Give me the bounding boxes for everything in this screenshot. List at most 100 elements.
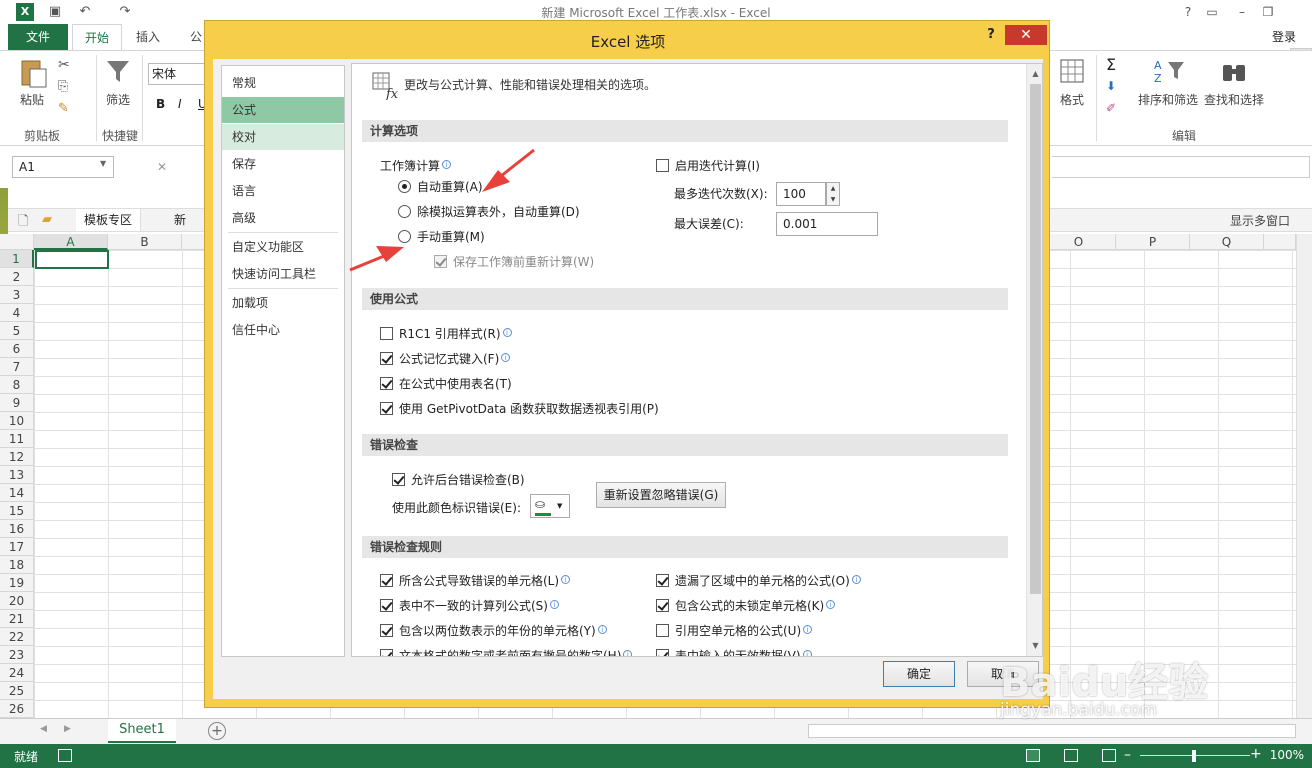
help-icon[interactable]: ? [1176, 2, 1200, 22]
format-cells-icon[interactable] [1058, 57, 1086, 85]
new-doc-icon[interactable]: 🗋 [18, 212, 28, 234]
checkbox-rule-invalid-table-data[interactable]: 表中输入的无效数据(V) i [656, 648, 812, 656]
tab-file[interactable]: 文件 [8, 24, 68, 50]
checkbox-indicator[interactable] [380, 599, 393, 612]
paste-icon[interactable] [18, 57, 50, 89]
next-sheet-icon[interactable]: ▶ [64, 724, 71, 734]
paste-button[interactable]: 粘贴 [20, 91, 44, 108]
checkbox-rule-omitted-cells[interactable]: 遗漏了区域中的单元格的公式(O) i [656, 573, 861, 589]
row-header[interactable]: 13 [0, 466, 34, 484]
nav-item-proofing[interactable]: 校对 [222, 124, 344, 150]
reset-ignored-errors-button[interactable]: 重新设置忽略错误(G) [596, 482, 726, 508]
copy-icon[interactable]: ⎘ [58, 79, 68, 94]
restore-icon[interactable]: ❐ [1256, 2, 1280, 22]
fill-icon[interactable]: ⬇ [1106, 79, 1116, 93]
max-iterations-input[interactable]: 100 [776, 182, 826, 206]
panel-scroll-thumb[interactable] [1030, 84, 1041, 594]
radio-auto-calc-indicator[interactable] [398, 180, 411, 193]
zoom-out-icon[interactable]: – [1124, 747, 1131, 763]
checkbox-background-indicator[interactable] [392, 473, 405, 486]
row-header[interactable]: 5 [0, 322, 34, 340]
normal-view-icon[interactable] [1026, 749, 1040, 762]
error-color-picker[interactable]: ⛀ ▼ [530, 494, 570, 518]
row-header[interactable]: 24 [0, 664, 34, 682]
row-header[interactable]: 14 [0, 484, 34, 502]
bold-icon[interactable]: B [156, 97, 165, 111]
checkbox-r1c1[interactable]: R1C1 引用样式(R) i [380, 326, 512, 342]
sheet-tab[interactable]: Sheet1 [108, 719, 176, 743]
horizontal-scrollbar[interactable] [808, 724, 1296, 738]
checkbox-indicator[interactable] [656, 624, 669, 637]
help-icon[interactable]: ? [981, 25, 1001, 45]
macro-record-icon[interactable] [58, 749, 72, 762]
close-icon[interactable]: ✕ [1005, 25, 1047, 45]
column-header[interactable]: P [1116, 234, 1190, 250]
checkbox-recalc-indicator[interactable] [434, 255, 447, 268]
nav-item-addins[interactable]: 加载项 [222, 290, 344, 316]
sort-filter-button[interactable]: 排序和筛选 [1138, 91, 1198, 108]
row-header[interactable]: 6 [0, 340, 34, 358]
row-header[interactable]: 23 [0, 646, 34, 664]
nav-item-quick-access[interactable]: 快速访问工具栏 [222, 261, 344, 287]
filter-button[interactable]: 筛选 [106, 91, 130, 108]
iterations-spinner-icon[interactable]: ▲ ▼ [826, 182, 840, 206]
select-all-corner[interactable] [0, 234, 34, 250]
checkbox-rule-unlocked-formulas[interactable]: 包含公式的未锁定单元格(K) i [656, 598, 836, 614]
tab-insert[interactable]: 插入 [124, 24, 172, 50]
italic-icon[interactable]: I [178, 97, 182, 111]
format-painter-icon[interactable]: ✎ [58, 101, 69, 116]
row-header[interactable]: 17 [0, 538, 34, 556]
checkbox-autocomplete-indicator[interactable] [380, 352, 393, 365]
page-layout-view-icon[interactable] [1064, 749, 1078, 762]
checkbox-formula-autocomplete[interactable]: 公式记忆式键入(F) i [380, 351, 511, 367]
checkbox-enable-iterative[interactable]: 启用迭代计算(I) [656, 158, 760, 174]
row-header[interactable]: 20 [0, 592, 34, 610]
panel-scrollbar[interactable]: ▲ ▼ [1026, 64, 1042, 656]
cancel-entry-icon[interactable]: ✕ [152, 156, 172, 178]
row-header[interactable]: 9 [0, 394, 34, 412]
nav-item-trust-center[interactable]: 信任中心 [222, 317, 344, 343]
checkbox-indicator[interactable] [380, 624, 393, 637]
checkbox-iterative-indicator[interactable] [656, 159, 669, 172]
row-header[interactable]: 8 [0, 376, 34, 394]
row-header[interactable]: 2 [0, 268, 34, 286]
doc-tab-workbook[interactable]: 新 [168, 209, 186, 231]
checkbox-rule-formula-errors[interactable]: 所含公式导致错误的单元格(L) i [380, 573, 571, 589]
zoom-in-icon[interactable]: + [1250, 746, 1262, 762]
sort-filter-icon[interactable]: A Z [1152, 57, 1186, 85]
row-header[interactable]: 15 [0, 502, 34, 520]
checkbox-background-error-check[interactable]: 允许后台错误检查(B) [392, 472, 525, 488]
row-header[interactable]: 10 [0, 412, 34, 430]
checkbox-indicator[interactable] [656, 649, 669, 656]
ribbon-display-icon[interactable]: ▭ [1200, 2, 1224, 22]
nav-item-language[interactable]: 语言 [222, 178, 344, 204]
open-folder-icon[interactable]: ▰ [42, 212, 52, 227]
font-family-select[interactable]: 宋体 [148, 63, 206, 85]
row-header[interactable]: 11 [0, 430, 34, 448]
nav-item-formulas[interactable]: 公式 [222, 97, 344, 123]
row-header[interactable]: 19 [0, 574, 34, 592]
zoom-level[interactable]: 100% [1270, 748, 1304, 762]
checkbox-getpivotdata[interactable]: 使用 GetPivotData 函数获取数据透视表引用(P) [380, 401, 659, 417]
checkbox-indicator[interactable] [380, 574, 393, 587]
row-header[interactable]: 12 [0, 448, 34, 466]
row-header[interactable]: 25 [0, 682, 34, 700]
minimize-icon[interactable]: – [1230, 2, 1254, 22]
page-break-view-icon[interactable] [1102, 749, 1116, 762]
checkbox-rule-inconsistent-column[interactable]: 表中不一致的计算列公式(S) i [380, 598, 559, 614]
max-change-input[interactable]: 0.001 [776, 212, 878, 236]
autosum-icon[interactable]: Σ [1106, 55, 1116, 74]
checkbox-rule-empty-cell-refs[interactable]: 引用空单元格的公式(U) i [656, 623, 813, 639]
row-header[interactable]: 16 [0, 520, 34, 538]
checkbox-table-names[interactable]: 在公式中使用表名(T) [380, 376, 512, 392]
column-header[interactable]: O [1042, 234, 1116, 250]
formula-input[interactable] [1052, 156, 1310, 178]
column-header[interactable]: Q [1190, 234, 1264, 250]
ok-button[interactable]: 确定 [883, 661, 955, 687]
row-header[interactable]: 22 [0, 628, 34, 646]
row-header[interactable]: 18 [0, 556, 34, 574]
login-link[interactable]: 登录 [1272, 28, 1296, 45]
row-header[interactable]: 4 [0, 304, 34, 322]
multi-window-button[interactable]: 显示多窗口 [1230, 212, 1290, 229]
zoom-slider-thumb[interactable] [1192, 750, 1196, 762]
